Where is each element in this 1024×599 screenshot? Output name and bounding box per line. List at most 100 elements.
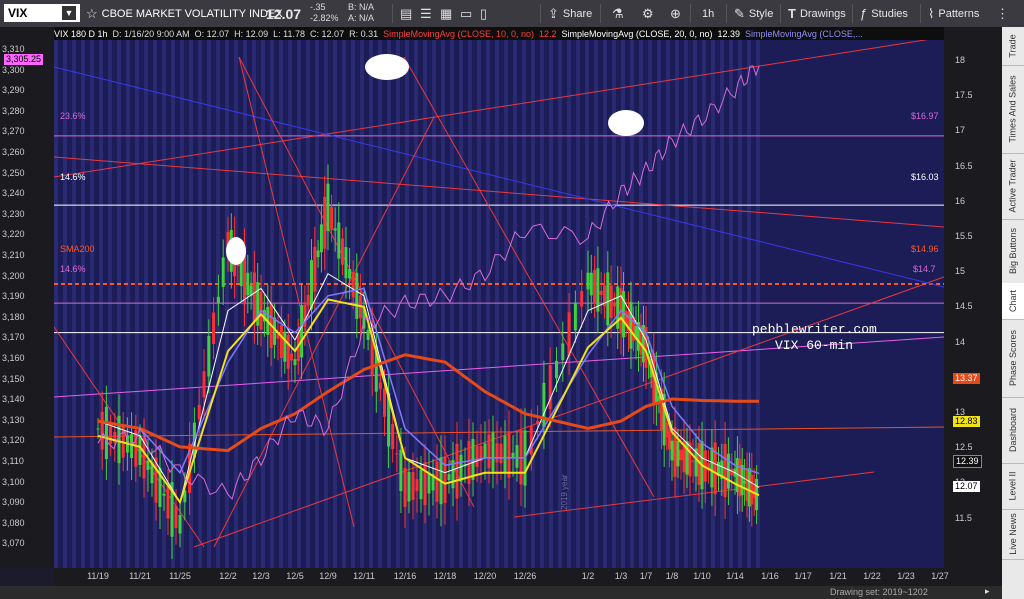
vix-candle-body <box>337 222 341 259</box>
vix-candle-body <box>455 443 459 499</box>
sidebar-tab-phase-scores[interactable]: Phase Scores <box>1002 319 1024 398</box>
patterns-label: Patterns <box>938 7 980 20</box>
star-icon[interactable]: ☆ <box>86 6 98 22</box>
vix-candle-body <box>567 312 571 356</box>
level-label-2: 14.6% <box>60 172 86 182</box>
chart-icon[interactable]: ▤ <box>400 6 412 22</box>
vix-candle-body <box>348 268 352 279</box>
info-low: L: 11.78 <box>273 28 306 39</box>
sidebar-tab-times-and-sales[interactable]: Times And Sales <box>1002 65 1024 154</box>
drawing-set-label: Drawing set: 2019~1202 <box>830 587 928 597</box>
vix-candle-body <box>340 238 344 265</box>
vix-candle-body <box>104 406 108 460</box>
drawing-t-icon: T <box>788 6 796 21</box>
vix-candle-body <box>333 228 337 231</box>
price-chart[interactable] <box>54 27 944 568</box>
vix-candle-body <box>300 304 304 358</box>
calendar-icon[interactable]: ▭ <box>460 6 472 22</box>
session-stripe <box>225 27 229 568</box>
left-axis-tick: 3,310 <box>2 44 25 54</box>
vix-candle-body <box>710 447 714 488</box>
time-axis-tick: 11/21 <box>129 571 151 581</box>
last-price-badge: 12.07 <box>953 481 980 492</box>
vix-candle-body <box>162 493 166 496</box>
expand-icon[interactable]: ⋮ <box>996 6 1009 22</box>
interval-label: 1h <box>702 7 715 20</box>
style-button[interactable]: ✎ Style <box>734 0 773 27</box>
sidebar-tab-dashboard[interactable]: Dashboard <box>1002 397 1024 464</box>
vix-candle-body <box>146 460 150 471</box>
time-axis-tick: 1/7 <box>639 571 653 581</box>
session-stripe <box>378 27 382 568</box>
vix-candle-body <box>419 469 423 500</box>
vix-candle-body <box>221 257 225 287</box>
right-axis-tick: 16 <box>955 195 966 206</box>
sma20-badge: 12.39 <box>953 455 982 468</box>
left-axis-tick: 3,100 <box>2 476 25 487</box>
sidebar-tab-big-buttons[interactable]: Big Buttons <box>1002 219 1024 284</box>
drawings-label: Drawings <box>799 7 846 20</box>
left-axis-tick: 3,270 <box>2 126 25 137</box>
crosshair-icon[interactable]: ⊕ <box>670 6 681 22</box>
patterns-button[interactable]: ⌇ Patterns <box>928 0 979 27</box>
highlight-oval <box>365 54 409 80</box>
info-bar: VIX 180 D 1h D: 1/16/20 9:00 AM O: 12.07… <box>54 27 944 40</box>
gear-icon[interactable]: ⚙ <box>642 6 654 22</box>
left-axis-tick: 3,130 <box>2 414 25 425</box>
flask-icon[interactable]: ⚗ <box>612 6 624 22</box>
vix-candle-body <box>290 353 294 361</box>
sidebar-tab-trade[interactable]: Trade <box>1002 27 1024 66</box>
left-axis-tick: 3,170 <box>2 332 25 343</box>
study1-label: SimpleMovingAvg (CLOSE, 10, 0, no) <box>383 28 535 39</box>
chart-area[interactable] <box>54 27 944 568</box>
session-stripe <box>135 27 139 568</box>
sidebar-tab-live-news[interactable]: Live News <box>1002 509 1024 560</box>
session-stripe <box>126 27 130 568</box>
interval-button[interactable]: 1h <box>702 0 714 27</box>
grid-icon[interactable]: ▦ <box>440 6 452 22</box>
sma-yellow-badge: 12.83 <box>953 416 980 427</box>
vix-candle-body <box>580 290 584 307</box>
sidebar-tab-label: Dashboard <box>1008 407 1018 453</box>
session-stripe <box>513 27 517 568</box>
sidebar-tab-label: Active Trader <box>1008 159 1018 213</box>
vix-candle-body <box>423 462 427 506</box>
vix-candle-body <box>391 424 395 450</box>
vix-candle-body <box>344 247 348 279</box>
scroll-arrow-icon[interactable]: ▸ <box>985 586 990 597</box>
time-axis-tick: 1/21 <box>829 571 847 581</box>
session-stripe <box>477 27 481 568</box>
info-open: O: 12.07 <box>194 28 230 39</box>
sidebar-tab-active-trader[interactable]: Active Trader <box>1002 153 1024 220</box>
symbol-selector[interactable]: VIX ▼ <box>4 4 80 22</box>
right-axis-tick: 14.5 <box>955 301 973 312</box>
document-icon[interactable]: ▯ <box>480 6 487 22</box>
session-stripe <box>333 27 337 568</box>
level-value-3: $14.96 <box>911 244 939 254</box>
vix-candle-body <box>378 382 382 389</box>
vix-candle-body <box>383 388 386 417</box>
time-axis-tick: 12/16 <box>393 571 417 581</box>
vix-candle-body <box>319 224 323 253</box>
vix-candle-body <box>515 445 519 468</box>
vix-candle-body <box>207 336 211 377</box>
vix-candle-body <box>503 435 507 473</box>
time-axis-tick: 12/11 <box>353 571 375 581</box>
vix-candle-body <box>326 183 330 232</box>
chevron-down-icon[interactable]: ▼ <box>62 6 76 20</box>
session-stripe <box>288 27 292 568</box>
session-stripe <box>675 27 679 568</box>
list-icon[interactable]: ☰ <box>420 6 432 22</box>
vix-candle-body <box>713 442 717 495</box>
vix-candle-body <box>323 196 327 249</box>
left-axis-tick: 3,180 <box>2 311 25 322</box>
share-label: Share <box>562 7 593 20</box>
share-button[interactable]: ⇪ Share <box>548 0 592 27</box>
sidebar-tab-chart[interactable]: Chart <box>1002 283 1024 320</box>
vix-candle-body <box>403 467 407 507</box>
drawings-button[interactable]: T Drawings <box>788 0 846 27</box>
studies-button[interactable]: ƒ Studies <box>860 0 908 27</box>
sidebar-tab-level-ii[interactable]: Level II <box>1002 463 1024 510</box>
left-axis-tick: 3,070 <box>2 538 25 549</box>
vix-candle-body <box>415 479 419 492</box>
